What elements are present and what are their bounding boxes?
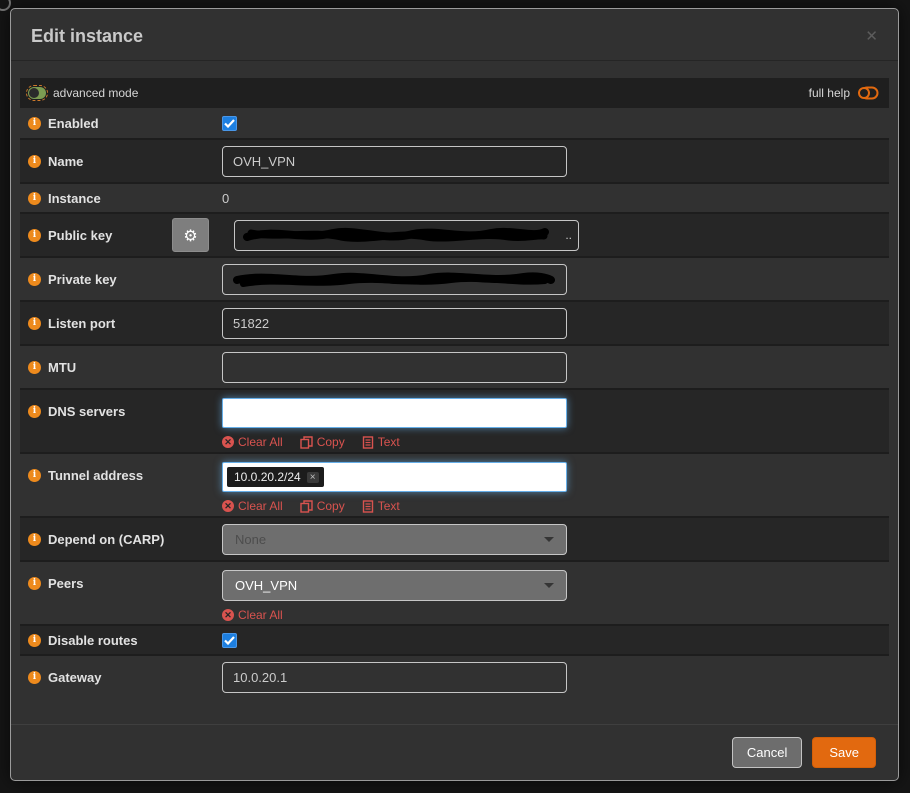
field-label: Peers [48, 576, 84, 591]
tunnel-address-tokenfield[interactable]: 10.0.20.2/24 × [222, 462, 567, 492]
info-icon: i [28, 316, 41, 330]
page-title: Edit instance [31, 26, 144, 46]
field-label: Disable routes [48, 632, 138, 648]
row-listen-port: i Listen port [20, 300, 889, 344]
disable-routes-checkbox[interactable] [222, 632, 237, 648]
gear-icon: ⚙ [183, 225, 198, 245]
field-label: Depend on (CARP) [48, 531, 165, 547]
tokenfield-actions: ✕ Clear All Copy Text [222, 435, 567, 449]
background-page-fragment [0, 0, 11, 11]
row-disable-routes: i Disable routes [20, 624, 889, 654]
close-icon[interactable]: ✕ [865, 29, 878, 44]
mtu-input[interactable] [222, 351, 567, 383]
chevron-down-icon [544, 583, 554, 588]
token-chip-label: 10.0.20.2/24 [234, 470, 301, 484]
field-label: Instance [48, 190, 101, 206]
row-enabled: i Enabled [20, 108, 889, 138]
text-button[interactable]: Text [362, 499, 400, 513]
copy-button[interactable]: Copy [299, 435, 345, 449]
row-private-key: i Private key [20, 256, 889, 300]
selected-value: None [235, 531, 267, 547]
info-icon: i [28, 360, 41, 374]
name-input[interactable] [222, 145, 567, 177]
info-icon: i [28, 633, 41, 647]
row-peers: i Peers OVH_VPN ✕ Clear All [20, 560, 889, 624]
info-icon: i [28, 577, 41, 590]
instance-value: 0 [222, 190, 230, 206]
dialog-footer: Cancel Save [11, 724, 898, 780]
dialog-header: Edit instance ✕ [11, 9, 898, 61]
dns-servers-tokenfield[interactable] [222, 398, 567, 428]
field-label: Listen port [48, 315, 116, 331]
form-table: i Enabled i Name i Instance 0 i [20, 108, 889, 698]
listen-port-input[interactable] [222, 307, 567, 339]
redaction-scribble [243, 227, 549, 242]
info-icon: i [28, 228, 41, 242]
info-icon: i [28, 154, 41, 168]
row-name: i Name [20, 138, 889, 182]
field-label: Private key [48, 271, 117, 287]
info-icon: i [28, 272, 41, 286]
clear-all-button[interactable]: ✕ Clear All [222, 435, 283, 449]
info-icon: i [28, 191, 41, 205]
generate-key-button[interactable]: ⚙ [172, 218, 209, 252]
text-button[interactable]: Text [362, 435, 400, 449]
full-help-label[interactable]: full help [809, 86, 850, 100]
copy-icon [299, 499, 313, 513]
field-label: Enabled [48, 115, 99, 131]
info-icon: i [28, 116, 41, 130]
tokenfield-actions: ✕ Clear All Copy Text [222, 499, 567, 513]
options-bar: advanced mode full help [20, 78, 889, 108]
token-chip: 10.0.20.2/24 × [227, 467, 324, 487]
peers-select[interactable]: OVH_VPN [222, 570, 567, 601]
advanced-mode-toggle-icon[interactable] [26, 85, 48, 101]
private-key-input[interactable] [222, 263, 567, 295]
info-icon: i [28, 670, 41, 684]
edit-instance-dialog: Edit instance ✕ advanced mode full help … [10, 8, 899, 781]
clear-all-button[interactable]: ✕ Clear All [222, 499, 283, 513]
redaction-scribble [233, 272, 555, 287]
gateway-input[interactable] [222, 661, 567, 693]
dialog-body: advanced mode full help i Enabled i Name… [11, 61, 898, 724]
depend-carp-select[interactable]: None [222, 523, 567, 555]
truncation-ellipsis: .. [565, 228, 572, 242]
cancel-button[interactable]: Cancel [731, 737, 803, 768]
row-depend-carp: i Depend on (CARP) None [20, 516, 889, 560]
field-label: Gateway [48, 669, 102, 685]
row-gateway: i Gateway [20, 654, 889, 698]
clear-all-button[interactable]: ✕ Clear All [222, 608, 283, 622]
row-mtu: i MTU [20, 344, 889, 388]
advanced-mode-label[interactable]: advanced mode [53, 86, 138, 100]
info-icon: i [28, 405, 41, 418]
row-instance: i Instance 0 [20, 182, 889, 212]
field-label: Name [48, 153, 84, 169]
row-tunnel-address: i Tunnel address 10.0.20.2/24 × ✕ Clear … [20, 452, 889, 516]
clear-all-icon: ✕ [222, 436, 234, 448]
chevron-down-icon [544, 536, 554, 542]
row-public-key: i Public key ⚙ .. [20, 212, 889, 256]
file-text-icon [362, 499, 373, 513]
clear-all-icon: ✕ [222, 609, 234, 621]
field-label: Tunnel address [48, 468, 144, 483]
field-label: MTU [48, 359, 77, 375]
select-actions: ✕ Clear All [222, 608, 567, 622]
selected-value: OVH_VPN [235, 578, 298, 593]
enabled-checkbox[interactable] [222, 115, 237, 131]
save-button[interactable]: Save [812, 737, 876, 768]
copy-button[interactable]: Copy [299, 499, 345, 513]
info-icon: i [28, 469, 41, 482]
field-label: Public key [48, 227, 113, 243]
info-icon: i [28, 532, 41, 546]
file-text-icon [362, 435, 373, 449]
field-label: DNS servers [48, 404, 126, 419]
full-help-toggle-icon[interactable] [857, 86, 879, 100]
public-key-input[interactable]: .. [234, 219, 579, 251]
copy-icon [299, 435, 313, 449]
clear-all-icon: ✕ [222, 500, 234, 512]
token-remove-icon[interactable]: × [306, 471, 319, 483]
row-dns-servers: i DNS servers ✕ Clear All Copy Text [20, 388, 889, 452]
